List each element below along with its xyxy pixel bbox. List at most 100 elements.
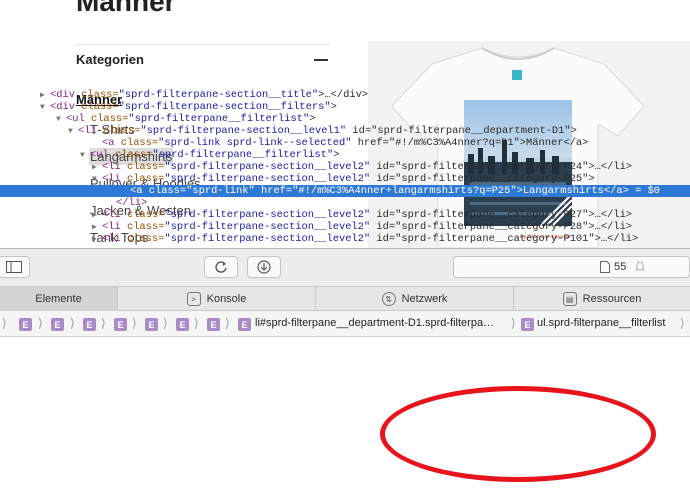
collapse-minus-icon[interactable] bbox=[314, 58, 328, 61]
dom-attr-name: class= bbox=[90, 113, 129, 125]
dom-node-rest: id="sprd-filterpane__category-P28">…</li… bbox=[370, 221, 633, 233]
download-button[interactable] bbox=[247, 256, 281, 278]
dom-attr-value: "sprd-filterpane-section__level2" bbox=[164, 209, 371, 221]
dom-node-rest: >…</div> bbox=[318, 89, 369, 101]
dom-attr-name: class= bbox=[126, 173, 165, 185]
document-icon bbox=[600, 261, 610, 273]
tab-elemente[interactable]: Elemente bbox=[0, 287, 118, 311]
dom-node-line[interactable]: ▶ <div class="sprd-filterpane-section__t… bbox=[0, 89, 690, 101]
network-icon: ⇅ bbox=[381, 292, 396, 306]
breadcrumb-item-li[interactable]: li#sprd-filterpane__department-D1.sprd-f… bbox=[255, 317, 494, 329]
dom-node-rest: id="sprd-filterpane__category-P27">…</li… bbox=[370, 209, 633, 221]
dom-breadcrumb: ⟩ E ⟩ E ⟩ E ⟩ E ⟩ E ⟩ E ⟩ E ⟩ E li#sprd-… bbox=[0, 311, 690, 337]
dom-node-rest: href="#!/m%C3%A4nner?q=D1">Männer</a> bbox=[351, 137, 589, 149]
breadcrumb-separator: ⟩ bbox=[511, 316, 516, 330]
breadcrumb-separator: ⟩ bbox=[194, 316, 199, 330]
dom-tag: <li bbox=[102, 173, 127, 185]
dom-node-rest: > bbox=[330, 101, 337, 113]
dom-attr-value: "sprd-filterpane-section__level2" bbox=[164, 173, 371, 185]
element-badge-icon[interactable]: E bbox=[114, 318, 127, 331]
dom-attr-name: class= bbox=[120, 137, 159, 149]
dom-attr-value: "sprd-filterpane__filterlist" bbox=[128, 113, 310, 125]
element-badge-icon[interactable]: E bbox=[176, 318, 189, 331]
breadcrumb-separator: ⟩ bbox=[132, 316, 137, 330]
tab-ressourcen[interactable]: ▤ Ressourcen bbox=[514, 287, 690, 311]
element-badge-icon[interactable]: E bbox=[238, 318, 251, 331]
tab-netzwerk[interactable]: ⇅ Netzwerk bbox=[316, 287, 514, 311]
dom-tag: <ul bbox=[66, 113, 91, 125]
dom-tag: <li bbox=[78, 125, 103, 137]
dom-node-rest: id="sprd-filterpane__category-P101">…</l… bbox=[370, 233, 639, 244]
devtools-tab-bar: Elemente > Konsole ⇅ Netzwerk ▤ Ressourc… bbox=[0, 287, 690, 311]
breadcrumb-separator: ⟩ bbox=[70, 316, 75, 330]
tab-ressourcen-label: Ressourcen bbox=[582, 293, 642, 305]
dom-tag: </li> bbox=[116, 197, 148, 209]
devtools-toolbar: 55 bbox=[0, 249, 690, 287]
console-icon: > bbox=[186, 292, 201, 306]
element-badge-icon[interactable]: E bbox=[51, 318, 64, 331]
category-header-label: Kategorien bbox=[76, 52, 144, 67]
dom-tree[interactable]: ▶ <div class="sprd-filterpane-section__t… bbox=[0, 89, 690, 244]
category-section-header[interactable]: Kategorien bbox=[76, 44, 330, 74]
dom-node-rest: > bbox=[309, 113, 316, 125]
breadcrumb-item-ul[interactable]: ul.sprd-filterpane__filterlist bbox=[537, 317, 665, 329]
dom-attr-name: class= bbox=[102, 125, 141, 137]
breadcrumb-separator: ⟩ bbox=[680, 316, 685, 330]
dom-node-line[interactable]: ▼ <ul class="sprd-filterpane__filterlist… bbox=[0, 113, 690, 125]
dom-tag: <div bbox=[50, 89, 82, 101]
dom-attr-name: class= bbox=[126, 209, 165, 221]
resource-count: 55 bbox=[614, 261, 627, 273]
dom-attr-value: "sprd-link sprd-link--selected" bbox=[158, 137, 352, 149]
dom-node-line[interactable]: ▼ <li class="sprd-filterpane-section__le… bbox=[0, 173, 690, 185]
dom-attr-name: class= bbox=[126, 161, 165, 173]
element-badge-icon[interactable]: E bbox=[207, 318, 220, 331]
dom-node-line[interactable]: <a class="sprd-link sprd-link--selected"… bbox=[0, 137, 690, 149]
resource-count-field[interactable]: 55 bbox=[453, 256, 690, 278]
element-badge-icon[interactable]: E bbox=[83, 318, 96, 331]
tab-konsole[interactable]: > Konsole bbox=[118, 287, 316, 311]
dom-node-line[interactable]: ▶ <li class="sprd-filterpane-section__le… bbox=[0, 161, 690, 173]
dom-node-rest: > bbox=[333, 149, 340, 161]
tab-elemente-label: Elemente bbox=[35, 293, 82, 305]
dom-tag: <li bbox=[102, 221, 127, 233]
dom-tag: <ul bbox=[90, 149, 115, 161]
dom-attr-value: "sprd-filterpane__filterlist" bbox=[152, 149, 334, 161]
dom-node-line[interactable]: ▼ <li class="sprd-filterpane-section__le… bbox=[0, 125, 690, 137]
disclosure-triangle-icon: ▶ bbox=[92, 235, 102, 244]
dom-node-rest: id="sprd-filterpane__category-P25"> bbox=[370, 173, 595, 185]
dom-node-rest: href="#!/m%C3%A4nner+langarmshirts?q=P25… bbox=[254, 185, 661, 197]
dom-node-line[interactable]: ▶ <li class="sprd-filterpane-section__le… bbox=[0, 209, 690, 221]
element-badge-icon[interactable]: E bbox=[19, 318, 32, 331]
dom-attr-value: "sprd-filterpane-section__level2" bbox=[164, 221, 371, 233]
dom-node-line[interactable]: </li> bbox=[0, 197, 690, 209]
element-badge-icon[interactable]: E bbox=[145, 318, 158, 331]
tab-netzwerk-label: Netzwerk bbox=[401, 293, 448, 305]
devtools-panel: 55 Elemente > Konsole ⇅ Netzwerk ▤ Resso… bbox=[0, 248, 690, 492]
dom-node-line[interactable]: ▶ <li class="sprd-filterpane-section__le… bbox=[0, 233, 690, 244]
toggle-sidebar-button[interactable] bbox=[0, 256, 30, 278]
dom-attr-value: "sprd-filterpane-section__level1" bbox=[140, 125, 347, 137]
dom-tag: <a bbox=[102, 137, 121, 149]
dom-tag: <li bbox=[102, 161, 127, 173]
dom-tag: <li bbox=[102, 233, 127, 244]
dom-attr-name: class= bbox=[81, 101, 119, 113]
dom-node-line[interactable]: ▼ <div class="sprd-filterpane-section__f… bbox=[0, 101, 690, 113]
dom-node-line[interactable]: <a class="sprd-link" href="#!/m%C3%A4nne… bbox=[0, 185, 690, 197]
dom-attr-value: "sprd-filterpane-section__filters" bbox=[118, 101, 331, 113]
resources-icon: ▤ bbox=[562, 292, 577, 306]
breadcrumb-separator: ⟩ bbox=[101, 316, 106, 330]
warning-bell-icon bbox=[635, 261, 646, 271]
reload-button[interactable] bbox=[204, 256, 238, 278]
sidebar-icon bbox=[6, 261, 22, 273]
reload-icon bbox=[215, 261, 227, 273]
dom-node-line[interactable]: ▶ <li class="sprd-filterpane-section__le… bbox=[0, 221, 690, 233]
page-title: Männer bbox=[76, 0, 176, 17]
download-icon bbox=[257, 260, 271, 274]
dom-attr-value: "sprd-filterpane-section__level2" bbox=[164, 233, 371, 244]
dom-attr-name: class= bbox=[126, 221, 165, 233]
dom-node-line[interactable]: ▼ <ul class="sprd-filterpane__filterlist… bbox=[0, 149, 690, 161]
dom-attr-name: class= bbox=[81, 89, 119, 101]
element-badge-icon[interactable]: E bbox=[521, 318, 534, 331]
dom-tag: <li bbox=[102, 209, 127, 221]
dom-attr-value: "sprd-filterpane-section__title" bbox=[118, 89, 319, 101]
